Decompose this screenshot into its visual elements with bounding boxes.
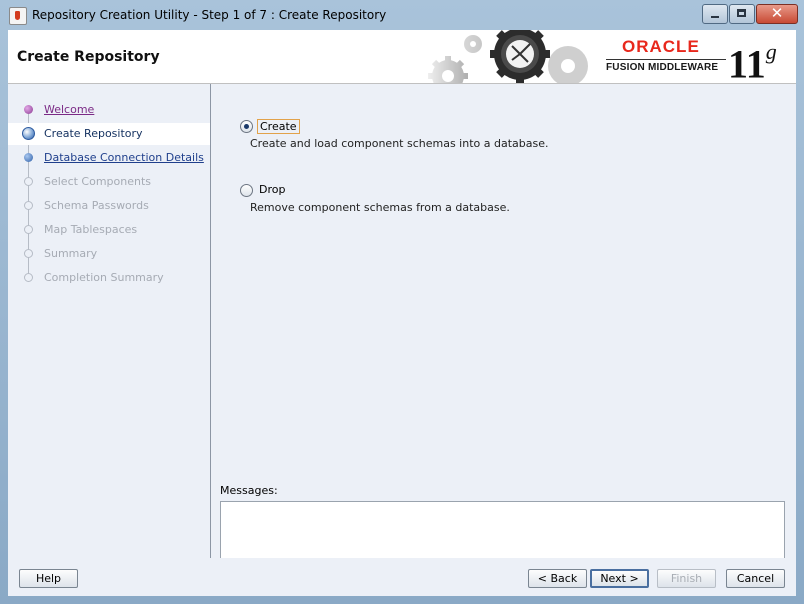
messages-textarea[interactable] (220, 501, 785, 559)
create-option-label[interactable]: Create (257, 119, 300, 134)
main-content: Create Create and load component schemas… (210, 84, 796, 559)
step-label[interactable]: Welcome (44, 103, 94, 116)
step-pending-icon (24, 177, 33, 186)
step-create-repository[interactable]: Create Repository (8, 123, 210, 145)
step-pending-icon (24, 249, 33, 258)
step-map-tablespaces: Map Tablespaces (8, 219, 210, 241)
step-next-icon (24, 153, 33, 162)
finish-button: Finish (657, 569, 716, 588)
minimize-button[interactable] (702, 4, 728, 24)
step-visited-icon (24, 105, 33, 114)
steps-navigation: Welcome Create Repository Database Conne… (8, 84, 211, 558)
drop-option-label[interactable]: Drop (257, 183, 287, 196)
step-pending-icon (24, 273, 33, 282)
step-pending-icon (24, 201, 33, 210)
oracle-brand-text: ORACLE (622, 37, 700, 56)
minimize-icon (711, 16, 719, 18)
version-number: 11 (728, 41, 766, 87)
help-button[interactable]: Help (19, 569, 78, 588)
messages-label: Messages: (220, 484, 278, 497)
java-app-icon (9, 7, 27, 25)
version-logo: 11g (728, 34, 777, 86)
close-button[interactable]: ✕ (756, 4, 798, 24)
create-radio[interactable] (240, 120, 253, 133)
gears-graphic-icon (418, 30, 598, 83)
step-completion-summary: Completion Summary (8, 267, 210, 289)
wizard-body: Welcome Create Repository Database Conne… (8, 84, 796, 559)
cancel-button[interactable]: Cancel (726, 569, 785, 588)
step-label: Summary (44, 247, 98, 260)
close-icon: ✕ (770, 4, 784, 22)
version-suffix: g (765, 39, 777, 64)
oracle-fusion-middleware-logo: ORACLE FUSION MIDDLEWARE (606, 38, 726, 73)
next-button[interactable]: Next > (590, 569, 649, 588)
step-label: Schema Passwords (44, 199, 149, 212)
product-name-text: FUSION MIDDLEWARE (606, 62, 719, 73)
back-button[interactable]: < Back (528, 569, 587, 588)
page-title: Create Repository (17, 49, 160, 65)
step-database-connection-details[interactable]: Database Connection Details (8, 147, 210, 169)
step-current-icon (22, 127, 35, 140)
step-summary: Summary (8, 243, 210, 265)
step-welcome[interactable]: Welcome (8, 99, 210, 121)
maximize-button[interactable] (729, 4, 755, 24)
application-window: Repository Creation Utility - Step 1 of … (0, 0, 804, 604)
window-title: Repository Creation Utility - Step 1 of … (32, 8, 387, 22)
step-label: Select Components (44, 175, 152, 188)
step-schema-passwords: Schema Passwords (8, 195, 210, 217)
title-bar[interactable]: Repository Creation Utility - Step 1 of … (0, 0, 804, 30)
button-bar: Help < Back Next > Finish Cancel (8, 558, 796, 596)
step-label: Map Tablespaces (44, 223, 138, 236)
drop-option-description: Remove component schemas from a database… (250, 201, 510, 214)
create-option-description: Create and load component schemas into a… (250, 137, 549, 150)
maximize-icon (737, 9, 746, 17)
drop-radio[interactable] (240, 184, 253, 197)
logo-divider (606, 59, 726, 60)
header-banner: Create Repository ORACLE FUSION MIDDLEWA… (8, 30, 796, 86)
step-label: Completion Summary (44, 271, 164, 284)
dialog-client-area: Create Repository ORACLE FUSION MIDDLEWA… (8, 30, 796, 596)
step-label[interactable]: Database Connection Details (44, 151, 204, 164)
step-select-components: Select Components (8, 171, 210, 193)
step-label: Create Repository (44, 127, 143, 140)
step-pending-icon (24, 225, 33, 234)
